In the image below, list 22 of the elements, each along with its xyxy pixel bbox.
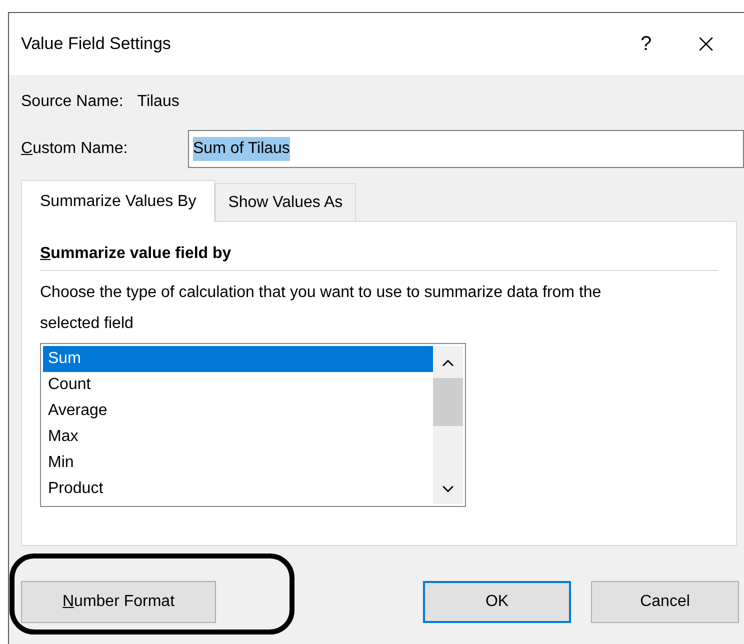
section-heading: Summarize value field by: [40, 245, 232, 262]
tab[interactable]: Summarize Values By: [21, 180, 216, 222]
scrollbar[interactable]: [433, 346, 463, 504]
dialog-button[interactable]: OK: [423, 581, 571, 623]
tab[interactable]: Show Values As: [215, 183, 356, 221]
scrollbar-thumb[interactable]: [433, 378, 463, 426]
dialog-button[interactable]: Number Format: [21, 581, 216, 623]
source-name-label: Source Name:: [21, 92, 124, 112]
list-item[interactable]: Product: [43, 476, 433, 502]
list-item[interactable]: Sum: [43, 346, 433, 372]
custom-name-field[interactable]: Sum of Tilaus: [188, 130, 744, 168]
source-name-value: Tilaus: [137, 92, 180, 112]
list-item[interactable]: Count: [43, 372, 433, 398]
list-item[interactable]: Average: [43, 398, 433, 424]
calculation-listbox[interactable]: Sum Count Average Max Min Product: [40, 343, 466, 507]
description-text: Choose the type of calculation that you want to use to summarize data from the selected field: [40, 283, 602, 334]
list-item[interactable]: Max: [43, 424, 433, 450]
dialog-button[interactable]: Cancel: [591, 581, 739, 623]
list-item[interactable]: Min: [43, 450, 433, 476]
custom-name-label: Custom Name:: [21, 139, 129, 159]
help-button[interactable]: ?: [616, 24, 676, 64]
window-title: Value Field Settings: [21, 33, 172, 56]
